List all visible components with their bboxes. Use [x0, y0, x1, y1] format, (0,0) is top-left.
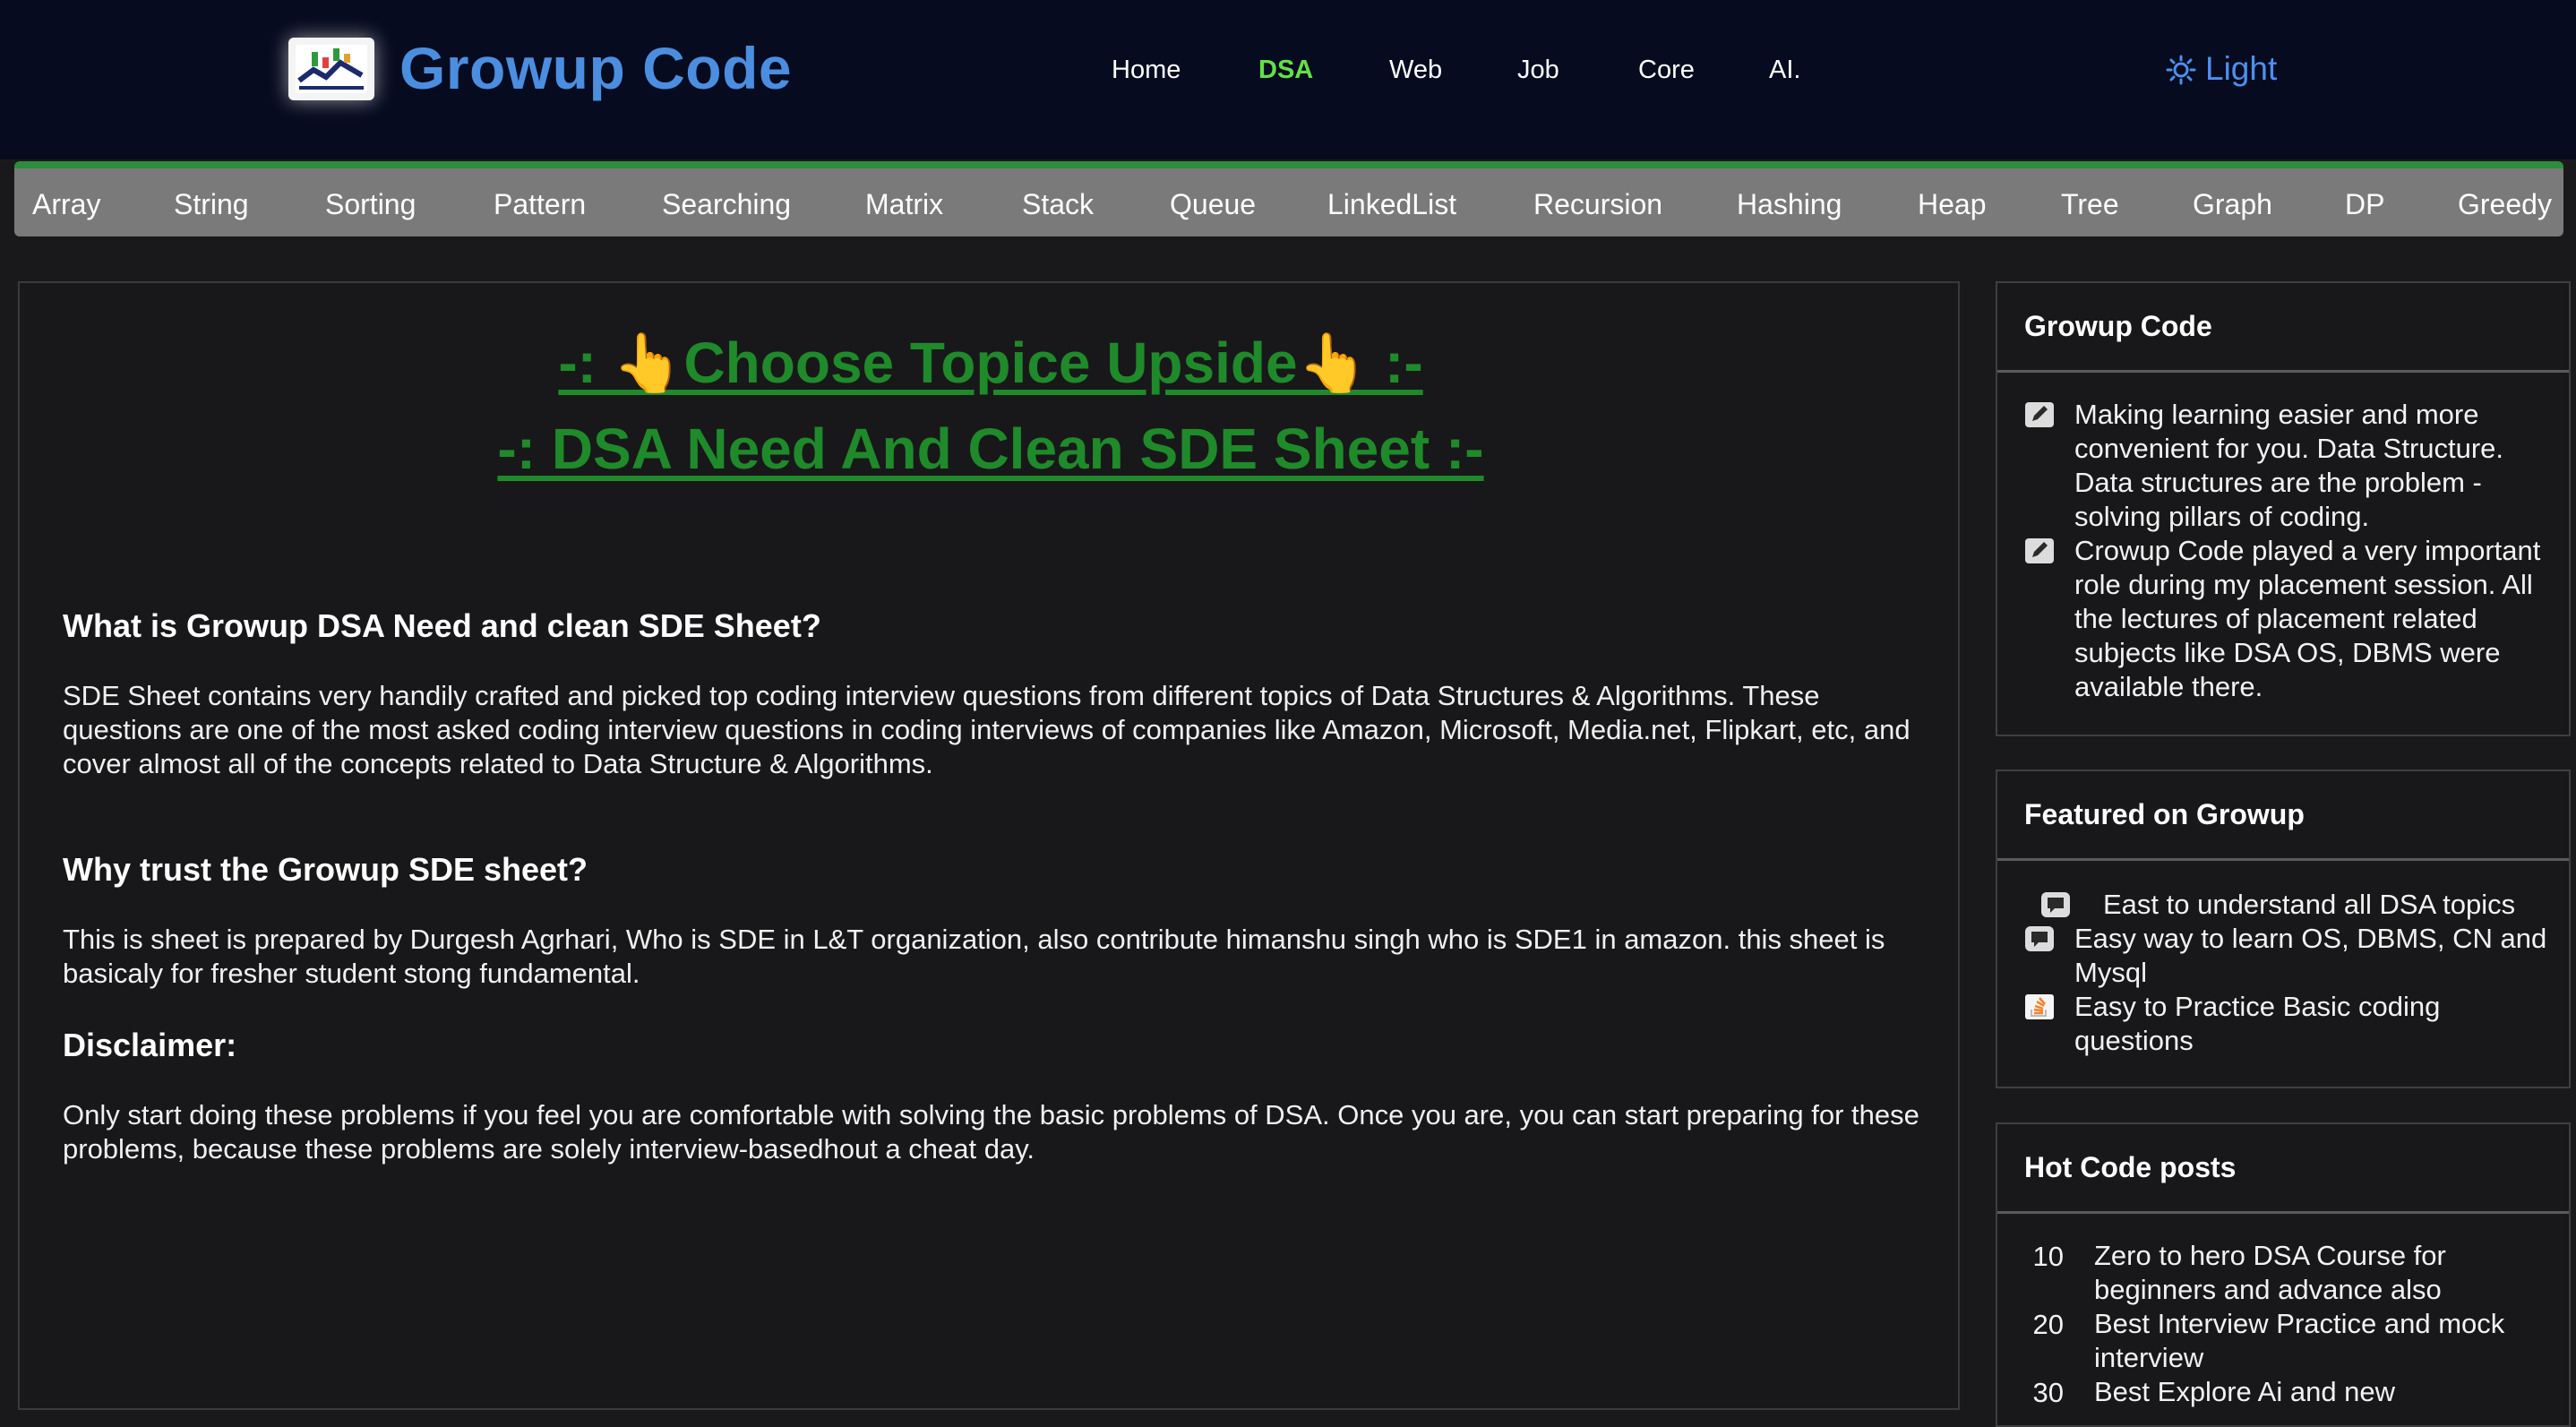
site-header: Growup Code Home DSA Web Job Core AI. Li… — [0, 0, 2576, 159]
chart-logo-icon[interactable] — [288, 38, 374, 100]
category-hashing[interactable]: Hashing — [1737, 188, 1842, 221]
pencil-square-icon — [2025, 402, 2054, 427]
hot-posts-card-title: Hot Code posts — [1997, 1124, 2569, 1214]
category-sorting[interactable]: Sorting — [325, 188, 416, 221]
category-tree[interactable]: Tree — [2061, 188, 2119, 221]
stack-overflow-icon — [2025, 994, 2054, 1019]
section-heading-disclaimer: Disclaimer: — [63, 1027, 237, 1063]
list-item-text: Easy way to learn OS, DBMS, CN and Mysql — [2074, 923, 2547, 988]
list-item-text: Crowup Code played a very important role… — [2074, 535, 2541, 702]
section-heading-what: What is Growup DSA Need and clean SDE Sh… — [63, 607, 821, 644]
category-searching[interactable]: Searching — [662, 188, 791, 221]
post-link[interactable]: Best Interview Practice and mock intervi… — [2094, 1307, 2542, 1375]
nav-ai[interactable]: AI. — [1769, 56, 1800, 85]
nav-web[interactable]: Web — [1389, 56, 1442, 85]
brand-title[interactable]: Growup Code — [399, 34, 792, 102]
sidebar-hot-posts-card: Hot Code posts 10 Zero to hero DSA Cours… — [1996, 1122, 2571, 1427]
post-link[interactable]: Best Explore Ai and new — [2094, 1375, 2542, 1409]
section-heading-why: Why trust the Growup SDE sheet? — [63, 851, 588, 888]
main-content: -: 👆Choose Topice Upside👆 :- -: DSA Need… — [18, 281, 1960, 1410]
chat-bubble-icon — [2041, 892, 2070, 917]
featured-card-title: Featured on Growup — [1997, 771, 2569, 861]
theme-label: Light — [2205, 50, 2278, 87]
post-number: 30 — [2032, 1377, 2064, 1408]
category-greedy[interactable]: Greedy — [2458, 188, 2552, 221]
hero-subheading: -: DSA Need And Clean SDE Sheet :- — [497, 417, 1484, 481]
list-item-text: Easy to Practice Basic coding questions — [2074, 991, 2441, 1056]
list-item-text: Making learning easier and more convenie… — [2074, 399, 2504, 532]
category-queue[interactable]: Queue — [1170, 188, 1256, 221]
post-number: 10 — [2032, 1241, 2064, 1272]
nav-dsa[interactable]: DSA — [1258, 56, 1313, 85]
list-item-text: East to understand all DSA topics — [2103, 889, 2516, 920]
category-bar: Array String Sorting Pattern Searching M… — [14, 161, 2563, 236]
nav-home[interactable]: Home — [1112, 56, 1181, 85]
hero-heading: -: 👆Choose Topice Upside👆 :- — [558, 331, 1423, 395]
section-body-what: SDE Sheet contains very handily crafted … — [63, 680, 1911, 779]
post-number: 20 — [2032, 1309, 2064, 1340]
sun-icon — [2166, 55, 2196, 85]
sidebar-about-card: Growup Code Making learning easier and m… — [1996, 281, 2571, 736]
category-array[interactable]: Array — [32, 188, 100, 221]
sidebar-featured-card: Featured on Growup East to understand al… — [1996, 769, 2571, 1088]
section-body-why: This is sheet is prepared by Durgesh Agr… — [63, 924, 1885, 989]
category-string[interactable]: String — [174, 188, 249, 221]
about-card-title: Growup Code — [1997, 283, 2569, 373]
category-graph[interactable]: Graph — [2193, 188, 2272, 221]
theme-toggle-button[interactable]: Light — [2166, 50, 2277, 88]
nav-job[interactable]: Job — [1517, 56, 1559, 85]
category-stack[interactable]: Stack — [1022, 188, 1094, 221]
pencil-square-icon — [2025, 538, 2054, 563]
chat-bubble-icon — [2025, 926, 2054, 951]
category-pattern[interactable]: Pattern — [494, 188, 586, 221]
category-heap[interactable]: Heap — [1918, 188, 1987, 221]
category-matrix[interactable]: Matrix — [865, 188, 943, 221]
category-dp[interactable]: DP — [2345, 188, 2384, 221]
category-recursion[interactable]: Recursion — [1533, 188, 1662, 221]
category-linkedlist[interactable]: LinkedList — [1327, 188, 1456, 221]
post-link[interactable]: Zero to hero DSA Course for beginners an… — [2094, 1239, 2542, 1307]
section-body-disclaimer: Only start doing these problems if you f… — [63, 1099, 1919, 1165]
nav-core[interactable]: Core — [1638, 56, 1695, 85]
